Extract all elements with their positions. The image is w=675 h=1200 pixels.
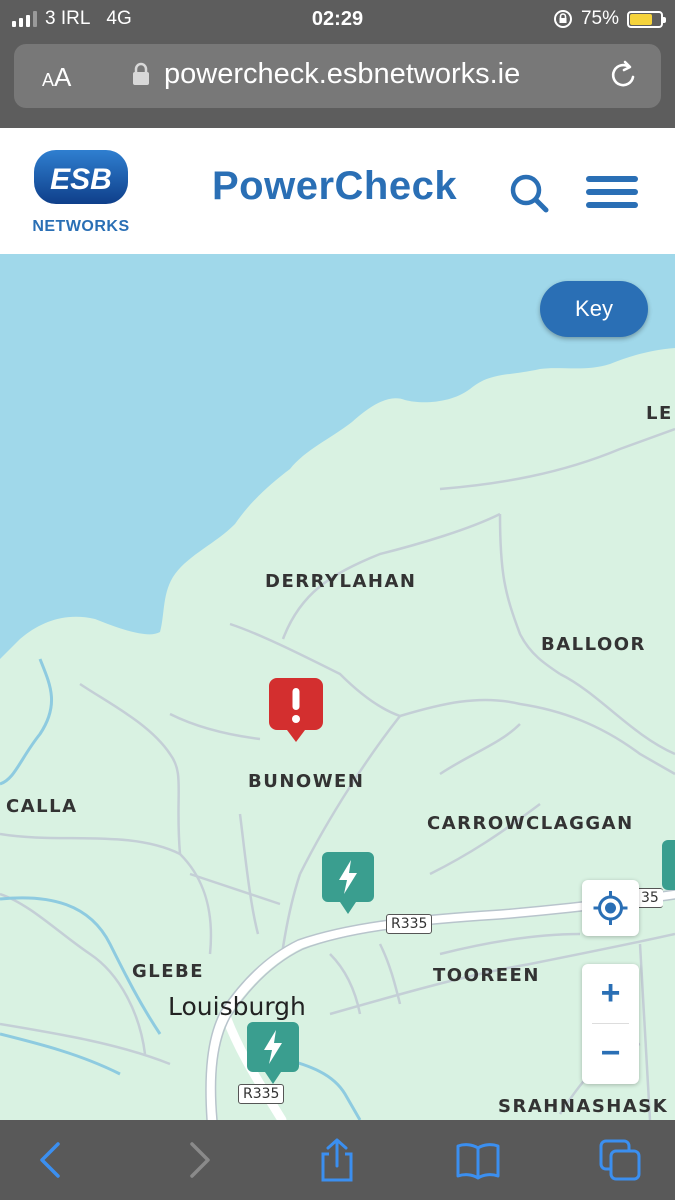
place-label-carrowclaggan: CARROWCLAGGAN — [427, 813, 634, 834]
outage-map[interactable]: DERRYLAHAN BALLOOR BUNOWEN CALLA CARROWC… — [0, 254, 675, 1120]
address-bar[interactable]: AA powercheck.esbnetworks.ie — [14, 44, 661, 108]
reload-icon[interactable] — [607, 58, 639, 92]
url-text[interactable]: powercheck.esbnetworks.ie — [164, 58, 520, 91]
orientation-lock-icon — [553, 10, 572, 28]
site-header: ESB NETWORKS PowerCheck — [0, 128, 675, 254]
power-restored-marker-partial-icon[interactable] — [662, 840, 675, 892]
hamburger-menu-icon[interactable] — [586, 176, 638, 212]
back-icon[interactable] — [30, 1138, 74, 1182]
place-label-bunowen: BUNOWEN — [248, 771, 365, 792]
fault-marker-icon[interactable] — [269, 678, 323, 744]
map-canvas[interactable] — [0, 254, 675, 1120]
place-label-calla: CALLA — [6, 796, 78, 817]
road-shield-r335: R335 — [386, 914, 433, 934]
key-button[interactable]: Key — [540, 281, 648, 337]
road-shield-r335: R335 — [238, 1084, 285, 1104]
svg-text:ESB: ESB — [50, 163, 112, 196]
zoom-control: + − — [582, 964, 639, 1084]
page-title: PowerCheck — [212, 164, 458, 208]
crosshair-icon — [593, 891, 628, 925]
status-right: 75% — [553, 8, 666, 30]
road-shield-r335-partial: 35 — [636, 888, 663, 908]
locate-me-button[interactable] — [582, 880, 639, 936]
browser-toolbar — [0, 1120, 675, 1200]
place-label-tooreen: TOOREEN — [433, 965, 540, 986]
power-restored-marker-icon[interactable] — [247, 1022, 299, 1086]
tabs-icon[interactable] — [598, 1138, 642, 1182]
browser-chrome: 3 IRL 4G 02:29 75% AA powercheck.esbnetw… — [0, 0, 675, 128]
share-icon[interactable] — [315, 1138, 359, 1182]
place-label-derrylahan: DERRYLAHAN — [265, 571, 417, 592]
forward-icon[interactable] — [176, 1138, 220, 1182]
power-restored-marker-icon[interactable] — [322, 852, 374, 916]
status-bar: 3 IRL 4G 02:29 75% — [0, 0, 675, 40]
place-label-le: LE — [646, 403, 673, 424]
battery-percent: 75% — [580, 8, 619, 29]
place-label-balloor: BALLOOR — [541, 634, 646, 655]
text-size-button[interactable]: AA — [42, 62, 71, 93]
battery-icon — [627, 10, 666, 28]
town-label-louisburgh: Louisburgh — [168, 992, 306, 1021]
esb-networks-logo[interactable]: ESB NETWORKS — [28, 148, 134, 242]
place-label-glebe: GLEBE — [132, 961, 205, 982]
place-label-srahnashask: SRAHNASHASK — [498, 1096, 669, 1117]
zoom-in-button[interactable]: + — [582, 964, 639, 1022]
zoom-out-button[interactable]: − — [582, 1024, 639, 1082]
bookmarks-icon[interactable] — [456, 1138, 500, 1182]
search-icon[interactable] — [508, 172, 550, 214]
lock-icon — [133, 62, 149, 85]
logo-subtext: NETWORKS — [32, 218, 130, 235]
